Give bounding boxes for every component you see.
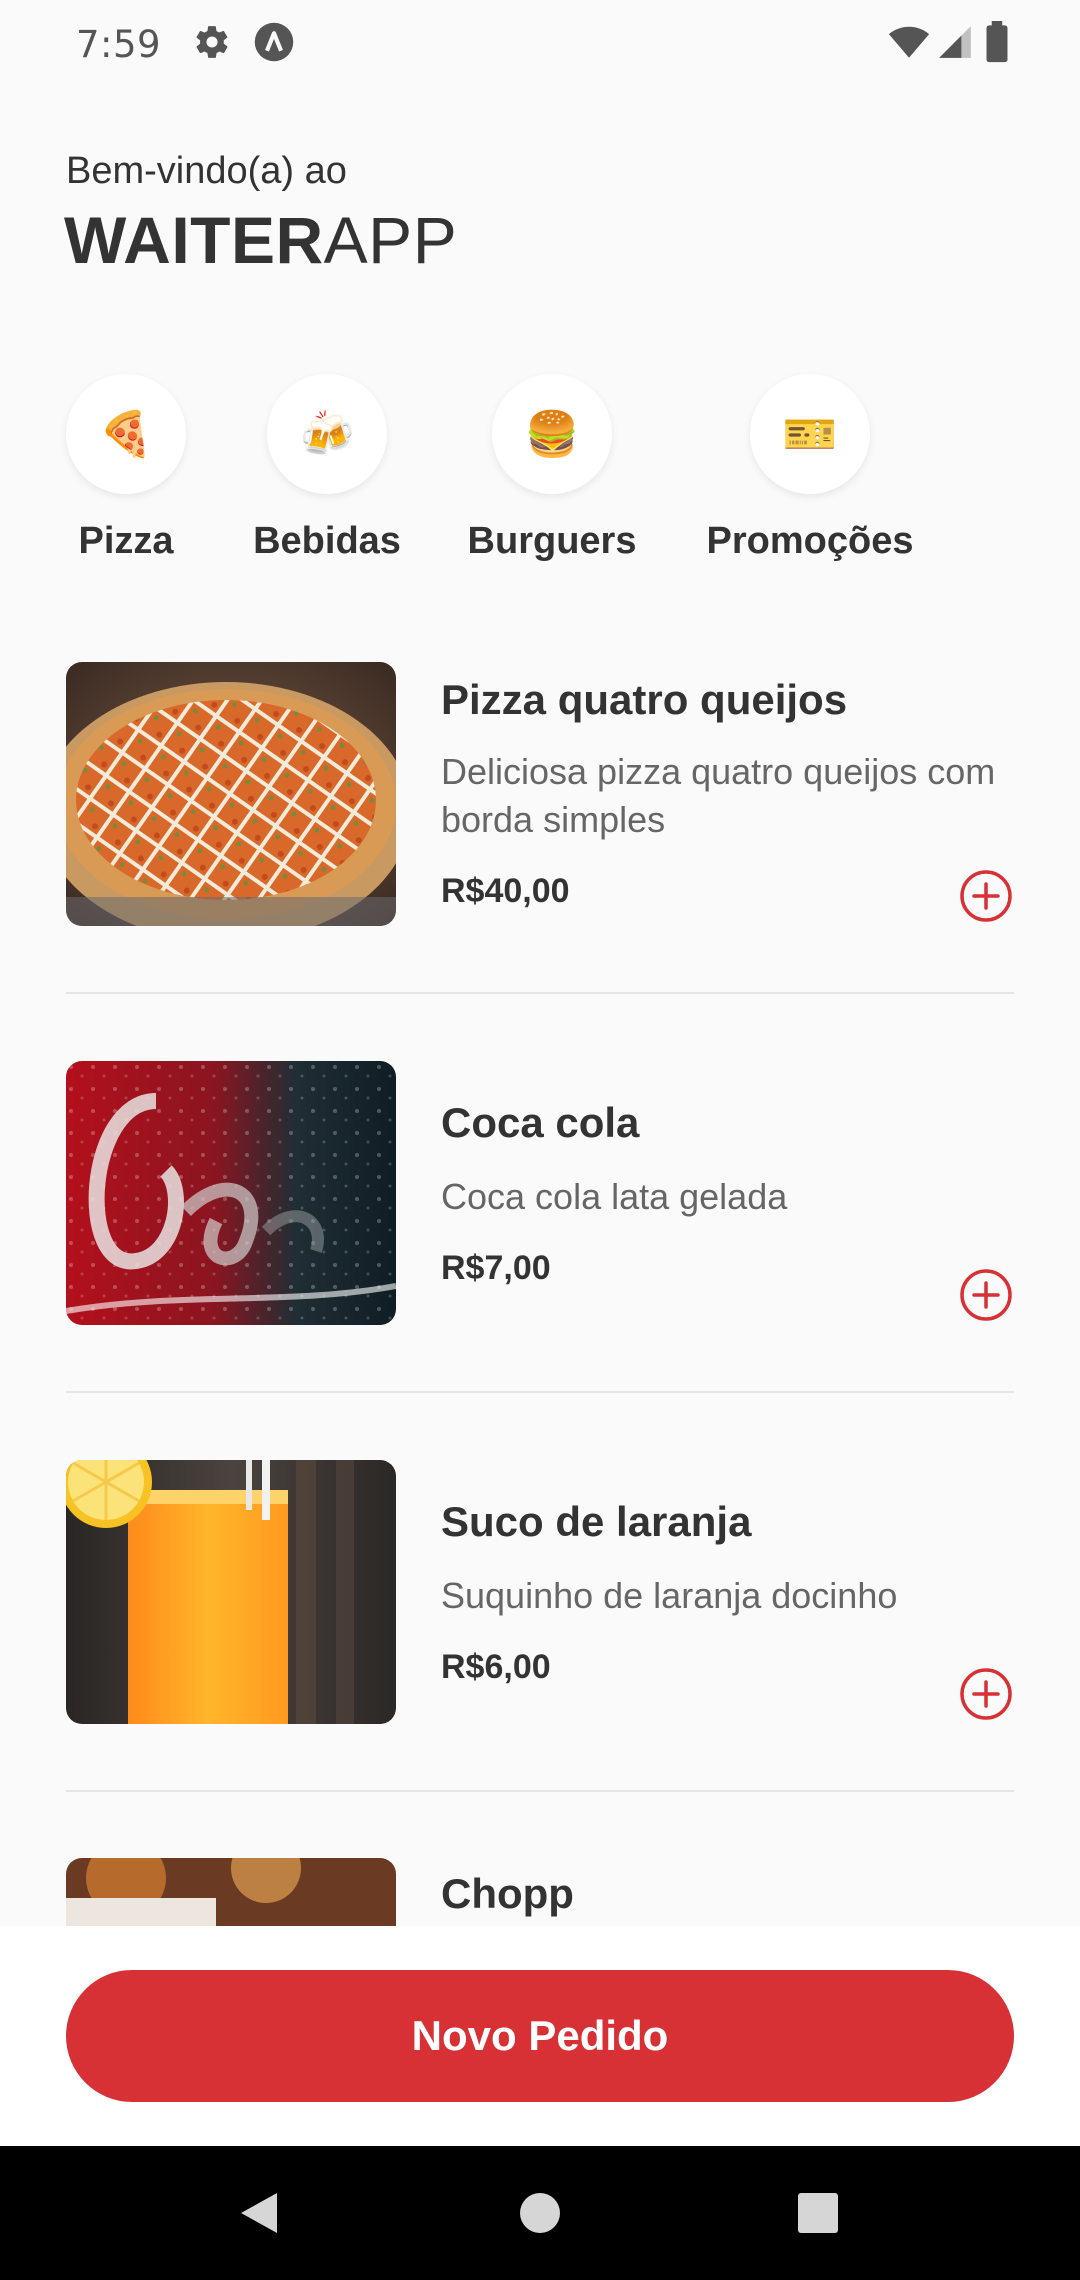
- cell-signal-icon: [936, 23, 974, 66]
- new-order-button[interactable]: Novo Pedido: [66, 1970, 1014, 2102]
- app-title: WAITERAPP: [64, 202, 457, 278]
- beer-mugs-icon: 🍻: [267, 374, 387, 494]
- home-button[interactable]: [460, 2146, 620, 2280]
- product-image-chopp: [66, 1858, 396, 1926]
- plus-circle-icon: [960, 870, 1012, 922]
- product-name: Coca cola: [441, 1099, 640, 1146]
- product-item-coca-cola[interactable]: Coca cola Coca cola lata gelada R$7,00: [66, 1061, 1014, 1325]
- home-circle-icon: [520, 2193, 560, 2233]
- category-label: Bebidas: [253, 520, 401, 562]
- product-name: Suco de laranja: [441, 1498, 752, 1545]
- category-promocoes[interactable]: 🎫 Promoções: [707, 374, 913, 563]
- product-price: R$6,00: [441, 1648, 551, 1686]
- product-image-coca-cola: [66, 1061, 396, 1325]
- product-image-orange-juice: [66, 1460, 396, 1724]
- add-to-order-button[interactable]: [958, 1267, 1014, 1323]
- app-title-bold: WAITER: [64, 203, 324, 277]
- category-label: Burguers: [467, 520, 637, 562]
- burger-icon: 🍔: [492, 374, 612, 494]
- navigation-bar: [0, 2146, 1080, 2280]
- product-price: R$40,00: [441, 872, 570, 910]
- status-bar: 7:59: [0, 0, 1080, 88]
- app-a-icon: [253, 21, 295, 68]
- plus-circle-icon: [960, 1269, 1012, 1321]
- category-label: Promoções: [706, 520, 914, 562]
- add-to-order-button[interactable]: [958, 1666, 1014, 1722]
- footer: Novo Pedido: [0, 1926, 1080, 2146]
- divider: [66, 992, 1014, 994]
- product-name: Chopp: [441, 1870, 574, 1917]
- category-label: Pizza: [78, 520, 174, 562]
- category-pizza[interactable]: 🍕 Pizza: [66, 374, 186, 563]
- product-item-chopp[interactable]: Chopp: [66, 1858, 1014, 1926]
- product-image-pizza: [66, 662, 396, 926]
- gear-icon: [193, 23, 231, 66]
- plus-circle-icon: [960, 1668, 1012, 1720]
- category-burguers[interactable]: 🍔 Burguers: [468, 374, 636, 563]
- product-description: Coca cola lata gelada: [441, 1176, 788, 1217]
- battery-icon: [980, 20, 1014, 68]
- back-triangle-icon: [241, 2193, 277, 2233]
- wifi-icon: [888, 21, 930, 68]
- status-time: 7:59: [76, 22, 162, 66]
- product-description: Deliciosa pizza quatro queijos com borda…: [441, 751, 996, 840]
- category-list: 🍕 Pizza 🍻 Bebidas 🍔 Burguers 🎫 Promoções: [0, 374, 1080, 574]
- product-item-pizza[interactable]: Pizza quatro queijos Deliciosa pizza qua…: [66, 662, 1014, 926]
- divider: [66, 1391, 1014, 1393]
- product-name: Pizza quatro queijos: [441, 676, 848, 723]
- app-title-light: APP: [323, 203, 458, 277]
- ticket-icon: 🎫: [750, 374, 870, 494]
- product-price: R$7,00: [441, 1249, 551, 1287]
- greeting-text: Bem-vindo(a) ao: [66, 150, 347, 192]
- pizza-icon: 🍕: [66, 374, 186, 494]
- recents-button[interactable]: [738, 2146, 898, 2280]
- product-description: Suquinho de laranja docinho: [441, 1575, 898, 1616]
- category-bebidas[interactable]: 🍻 Bebidas: [253, 374, 401, 563]
- divider: [66, 1790, 1014, 1792]
- add-to-order-button[interactable]: [958, 868, 1014, 924]
- recents-square-icon: [798, 2193, 838, 2233]
- product-item-suco-de-laranja[interactable]: Suco de laranja Suquinho de laranja doci…: [66, 1460, 1014, 1724]
- back-button[interactable]: [179, 2146, 339, 2280]
